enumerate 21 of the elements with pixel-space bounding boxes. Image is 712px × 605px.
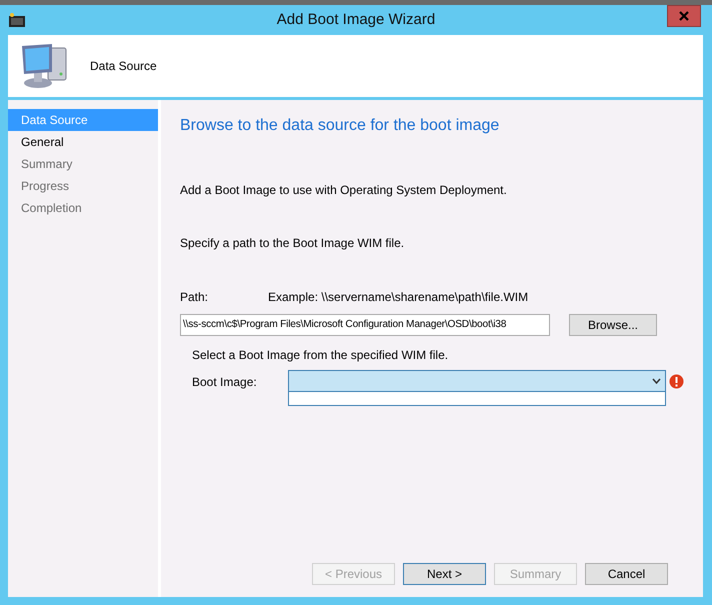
- close-icon: [679, 11, 689, 21]
- chevron-icon: [652, 378, 661, 384]
- example-text: Example: \\servername\sharename\path\file.WIM: [268, 289, 528, 306]
- window-title: Add Boot Image Wizard: [276, 10, 436, 30]
- dropdown-list[interactable]: [288, 392, 666, 406]
- wizard-step[interactable]: General: [8, 131, 158, 153]
- wizard-button[interactable]: Next >: [403, 563, 486, 585]
- wizard-step[interactable]: Data Source: [8, 109, 158, 131]
- boot-image-dropdown[interactable]: [288, 370, 666, 392]
- browse-button[interactable]: Browse...: [569, 314, 657, 336]
- app-icon: [9, 13, 25, 27]
- intro-text: Add a Boot Image to use with Operating System Deployment.: [180, 182, 508, 199]
- wizard-button[interactable]: Cancel: [585, 563, 668, 585]
- instruction-text: Specify a path to the Boot Image WIM file.: [180, 235, 406, 252]
- page-title: Data Source: [90, 58, 157, 75]
- path-field[interactable]: \\ss-sccm\c$\Program Files\Microsoft Configuration Manager\OSD\boot\i38: [180, 314, 550, 336]
- instruction-text: Select a Boot Image from the specified WIM file.: [192, 347, 450, 364]
- close-button[interactable]: [667, 5, 701, 27]
- page-heading: Browse to the data source for the boot image: [180, 116, 500, 136]
- path-label: Path:: [180, 289, 210, 306]
- boot-image-label: Boot Image:: [192, 374, 258, 391]
